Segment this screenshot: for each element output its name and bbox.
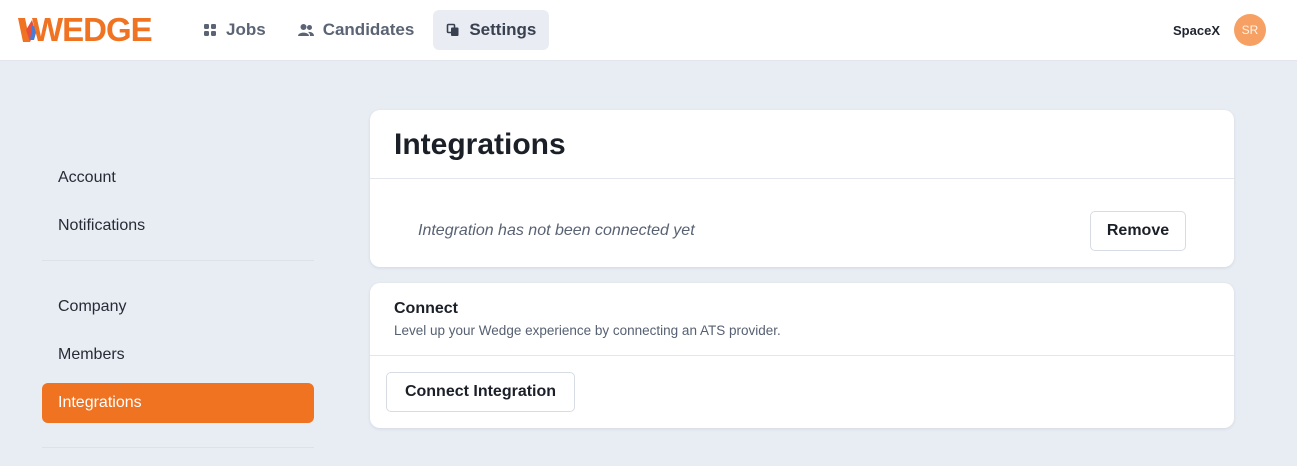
copy-icon (447, 23, 459, 36)
nav-settings[interactable]: Settings (433, 10, 550, 50)
integrations-card: Integrations Integration has not been co… (370, 110, 1234, 267)
connect-card-header: Connect Level up your Wedge experience b… (370, 283, 1234, 356)
nav-candidates-label: Candidates (322, 20, 415, 39)
logo-text: WEDGE (32, 11, 153, 48)
users-icon (297, 24, 314, 36)
account-area: SpaceX SR (1173, 14, 1266, 46)
avatar[interactable]: SR (1234, 14, 1266, 46)
settings-sidebar: Account Notifications Company Members In… (42, 158, 314, 448)
nav-jobs-label: Jobs (226, 20, 266, 39)
sidebar-item-account[interactable]: Account (42, 158, 314, 198)
integration-status-row: Integration has not been connected yet R… (370, 179, 1234, 266)
connect-title: Connect (394, 300, 458, 317)
grid-icon (204, 24, 216, 36)
nav-jobs[interactable]: Jobs (190, 10, 279, 50)
connect-integration-button[interactable]: Connect Integration (386, 372, 575, 412)
page-title: Integrations (394, 128, 566, 161)
connect-card: Connect Level up your Wedge experience b… (370, 283, 1234, 428)
nav-settings-label: Settings (469, 20, 537, 39)
main-nav: Jobs Candidates Settings (190, 10, 550, 50)
sidebar-divider (42, 260, 314, 261)
remove-button[interactable]: Remove (1090, 211, 1186, 251)
nav-candidates[interactable]: Candidates (285, 10, 428, 50)
sidebar-item-members[interactable]: Members (42, 335, 314, 375)
sidebar-item-company[interactable]: Company (42, 287, 314, 327)
sidebar-divider-bottom (42, 447, 314, 448)
wedge-logo[interactable]: WEDGE (18, 11, 154, 48)
organization-name: SpaceX (1173, 22, 1220, 38)
integration-status-text: Integration has not been connected yet (418, 222, 695, 239)
sidebar-item-integrations[interactable]: Integrations (42, 383, 314, 423)
integrations-card-header: Integrations (370, 110, 1234, 179)
top-navigation-bar: WEDGE Jobs Candidates Settings SpaceX SR (0, 0, 1297, 61)
sidebar-item-notifications[interactable]: Notifications (42, 206, 314, 246)
connect-description: Level up your Wedge experience by connec… (394, 323, 781, 338)
